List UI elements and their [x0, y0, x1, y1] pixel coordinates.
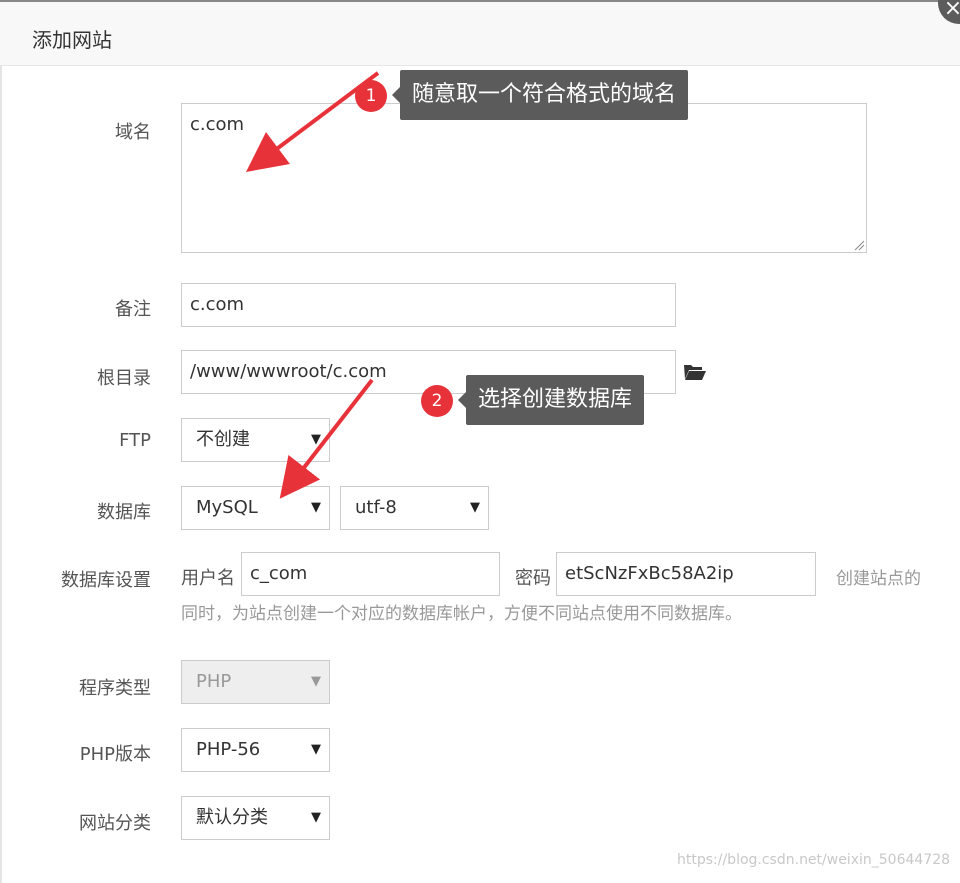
program-type-value: PHP — [196, 671, 232, 692]
close-icon: × — [943, 0, 960, 21]
program-type-select: PHP ▼ — [181, 660, 330, 704]
db-settings-label: 数据库设置 — [61, 570, 151, 591]
database-type-select[interactable]: MySQL ▼ — [181, 486, 330, 530]
php-version-value: PHP-56 — [196, 739, 261, 760]
dialog-title: 添加网站 — [32, 28, 112, 52]
add-website-dialog: 添加网站 域名 c.com 备注 c.com 根目录 /www/wwwroot/… — [0, 0, 960, 883]
resize-grip-icon[interactable] — [853, 239, 865, 251]
root-dir-label: 根目录 — [97, 368, 151, 389]
folder-open-icon[interactable] — [683, 362, 707, 382]
site-category-label: 网站分类 — [79, 813, 151, 834]
chevron-down-icon: ▼ — [311, 742, 321, 757]
chevron-down-icon: ▼ — [311, 500, 321, 515]
database-charset-value: utf-8 — [355, 497, 397, 518]
chevron-down-icon: ▼ — [311, 674, 321, 689]
site-category-value: 默认分类 — [196, 807, 268, 828]
watermark: https://blog.csdn.net/weixin_50644728 — [677, 852, 951, 868]
php-version-select[interactable]: PHP-56 ▼ — [181, 728, 330, 772]
chevron-down-icon: ▼ — [311, 432, 321, 447]
program-type-label: 程序类型 — [79, 678, 151, 699]
php-version-label: PHP版本 — [79, 744, 151, 765]
remark-input[interactable]: c.com — [181, 283, 676, 327]
annotation-callout-2: 选择创建数据库 — [457, 375, 645, 425]
database-label: 数据库 — [97, 502, 151, 523]
database-charset-select[interactable]: utf-8 ▼ — [340, 486, 489, 530]
ftp-label: FTP — [119, 430, 151, 451]
dialog-header: 添加网站 — [0, 0, 960, 66]
site-category-select[interactable]: 默认分类 ▼ — [181, 796, 330, 840]
annotation-badge-2: 2 — [421, 385, 453, 417]
db-settings-hint-continued: 同时，为站点创建一个对应的数据库帐户，方便不同站点使用不同数据库。 — [181, 604, 742, 624]
chevron-down-icon: ▼ — [470, 500, 480, 515]
remark-label: 备注 — [115, 299, 151, 320]
chevron-down-icon: ▼ — [311, 810, 321, 825]
annotation-callout-1: 随意取一个符合格式的域名 — [391, 70, 689, 120]
db-password-label: 密码 — [515, 568, 551, 589]
db-username-label: 用户名 — [181, 568, 235, 589]
ftp-select-value: 不创建 — [196, 429, 250, 450]
annotation-badge-1: 1 — [355, 80, 387, 112]
db-settings-hint: 创建站点的 — [836, 569, 921, 589]
db-username-input[interactable]: c_com — [241, 552, 500, 596]
db-password-input[interactable]: etScNzFxBc58A2ip — [556, 552, 816, 596]
domain-label: 域名 — [115, 122, 151, 143]
database-type-value: MySQL — [196, 497, 258, 518]
ftp-select[interactable]: 不创建 ▼ — [181, 418, 330, 462]
domain-textarea[interactable]: c.com — [181, 103, 867, 253]
